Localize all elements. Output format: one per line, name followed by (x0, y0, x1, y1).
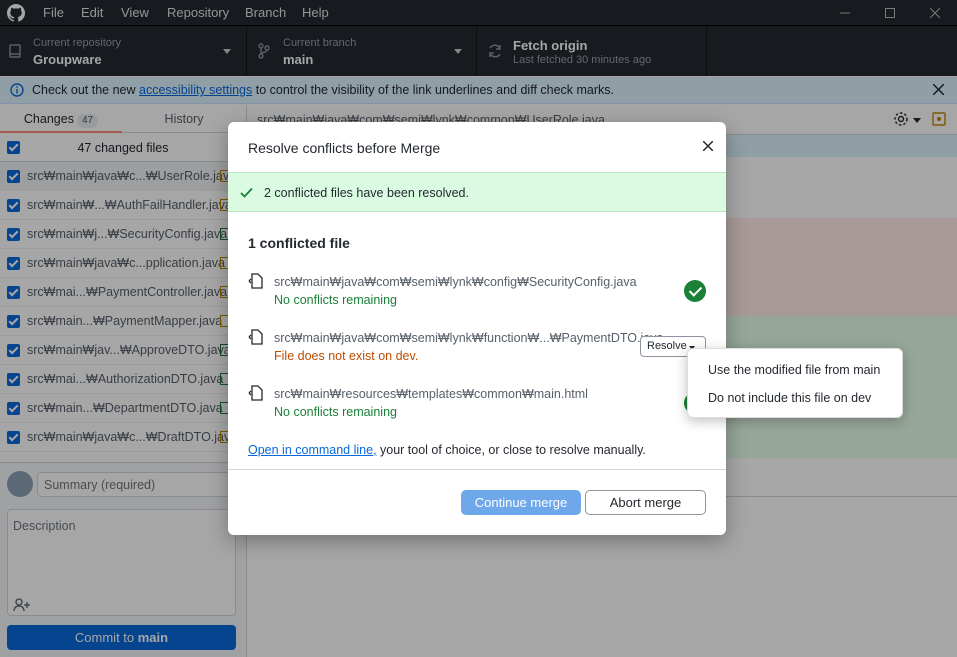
continue-merge-button[interactable]: Continue merge (461, 490, 581, 515)
footer-note: Open in command line, your tool of choic… (248, 443, 646, 457)
dialog-title: Resolve conflicts before Merge (248, 140, 441, 156)
file-diff-icon (248, 385, 263, 401)
check-icon (240, 187, 253, 198)
menu-item-do-not-include[interactable]: Do not include this file on dev (708, 391, 871, 405)
footer-text: your tool of choice, or close to resolve… (376, 443, 646, 457)
resolve-label: Resolve (647, 340, 687, 352)
success-message: 2 conflicted files have been resolved. (264, 186, 469, 200)
conflict-file-row: src₩main₩resources₩templates₩common₩main… (228, 382, 726, 426)
open-command-line-link[interactable]: Open in command line, (248, 443, 377, 457)
close-icon[interactable] (703, 141, 713, 151)
resolve-options-menu: Use the modified file from main Do not i… (687, 348, 903, 418)
file-diff-icon (248, 273, 263, 289)
menu-item-use-modified[interactable]: Use the modified file from main (708, 363, 880, 377)
conflict-file-status: No conflicts remaining (274, 293, 397, 307)
conflicted-count-heading: 1 conflicted file (248, 235, 350, 251)
file-diff-icon (248, 329, 263, 345)
conflict-file-row: src₩main₩java₩com₩semi₩lynk₩function₩...… (228, 326, 726, 370)
dialog-divider (228, 469, 726, 470)
abort-merge-button[interactable]: Abort merge (585, 490, 706, 515)
conflict-file-path: src₩main₩java₩com₩semi₩lynk₩config₩Secur… (274, 275, 637, 289)
conflict-file-status: No conflicts remaining (274, 405, 397, 419)
conflict-file-path: src₩main₩resources₩templates₩common₩main… (274, 387, 588, 401)
conflict-file-status: File does not exist on dev. (274, 349, 419, 363)
conflict-file-path: src₩main₩java₩com₩semi₩lynk₩function₩...… (274, 331, 664, 345)
conflict-file-row: src₩main₩java₩com₩semi₩lynk₩config₩Secur… (228, 270, 726, 314)
success-banner: 2 conflicted files have been resolved. (228, 172, 726, 212)
resolve-conflicts-dialog: Resolve conflicts before Merge 2 conflic… (228, 122, 726, 535)
resolved-check-icon (684, 280, 706, 302)
